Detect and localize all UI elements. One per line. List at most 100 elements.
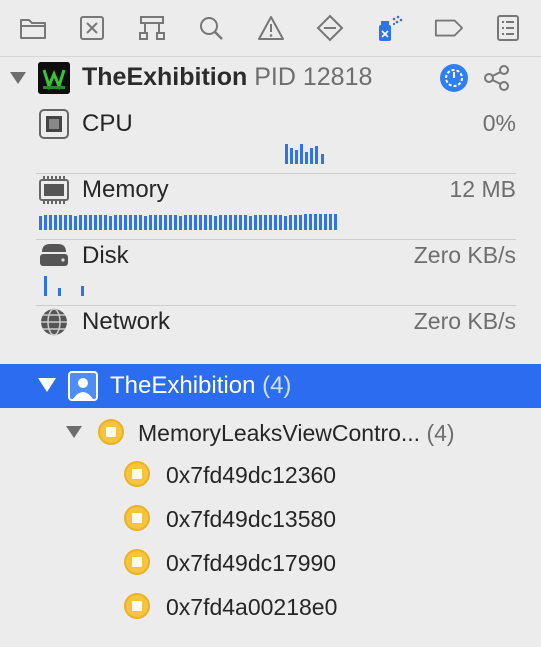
instance-object-icon — [124, 549, 150, 575]
class-object-icon — [98, 419, 124, 445]
memory-bar — [94, 215, 97, 230]
memory-bar — [114, 215, 117, 230]
memory-bar — [159, 215, 162, 230]
navigator-toolbar — [0, 0, 541, 56]
graph-nodes-icon — [484, 65, 509, 91]
memory-bar — [289, 215, 292, 230]
share-graph-button[interactable] — [482, 63, 512, 93]
search-icon[interactable] — [196, 13, 226, 43]
cpu-bar — [305, 152, 308, 164]
root-label: TheExhibition — [110, 372, 256, 399]
memory-bar — [244, 215, 247, 230]
globe-icon — [38, 306, 70, 338]
memory-bar — [144, 216, 147, 230]
memory-bar — [109, 216, 112, 230]
memory-bar — [274, 215, 277, 230]
disk-bar — [58, 288, 61, 296]
memory-bar — [59, 215, 62, 230]
tree-root-row[interactable]: TheExhibition (4) — [0, 364, 541, 408]
class-disclosure-triangle[interactable] — [66, 426, 82, 438]
class-label: MemoryLeaksViewContro... — [138, 420, 421, 446]
tag-icon[interactable] — [434, 13, 464, 43]
memory-bar — [69, 215, 72, 230]
tree-instance-row[interactable]: 0x7fd4a00218e0 — [0, 586, 541, 626]
memory-bar — [319, 214, 322, 230]
memory-bar — [129, 215, 132, 230]
memory-bar — [314, 214, 317, 230]
debug-spray-icon[interactable] — [374, 13, 404, 43]
memory-bar — [264, 215, 267, 230]
cpu-label: CPU — [82, 110, 133, 137]
memory-bar — [324, 214, 327, 230]
root-label-group: TheExhibition (4) — [110, 372, 291, 400]
memory-bar — [204, 215, 207, 230]
network-label: Network — [82, 308, 171, 335]
memory-gauge[interactable]: Memory 12 MB — [36, 174, 516, 240]
disk-bar — [44, 276, 47, 296]
person-icon — [68, 371, 98, 401]
memory-bar — [119, 215, 122, 230]
memory-icon — [38, 174, 70, 206]
cpu-icon — [38, 108, 70, 140]
memory-bar — [79, 215, 82, 230]
memory-bar — [279, 215, 282, 230]
cpu-bar — [321, 154, 324, 164]
toolbar-divider — [0, 56, 541, 57]
memory-bar — [149, 215, 152, 230]
app-icon — [38, 62, 70, 94]
memory-bar — [124, 215, 127, 230]
memory-bar — [54, 215, 57, 230]
tree-instance-row[interactable]: 0x7fd49dc17990 — [0, 542, 541, 582]
disk-gauge[interactable]: Disk Zero KB/s — [36, 240, 516, 306]
gauge-icon — [445, 69, 463, 87]
memory-bar — [189, 215, 192, 230]
root-disclosure-triangle[interactable] — [38, 378, 56, 392]
tree-instance-row[interactable]: 0x7fd49dc12360 — [0, 454, 541, 494]
memory-bar — [39, 216, 42, 230]
instance-address: 0x7fd49dc13580 — [166, 506, 337, 532]
folder-icon[interactable] — [18, 13, 48, 43]
hierarchy-icon[interactable] — [137, 13, 167, 43]
memory-bar — [169, 215, 172, 230]
memory-bar — [224, 215, 227, 230]
memory-bar — [254, 215, 257, 230]
memory-bar — [164, 215, 167, 230]
cpu-bar — [295, 150, 298, 164]
tree-instance-row[interactable]: 0x7fd49dc13580 — [0, 498, 541, 538]
memory-label: Memory — [82, 176, 169, 203]
memory-bar — [309, 214, 312, 230]
instance-address: 0x7fd49dc12360 — [166, 462, 337, 488]
instance-address: 0x7fd4a00218e0 — [166, 594, 338, 620]
cpu-bar — [300, 144, 303, 164]
cpu-gauge[interactable]: CPU 0% — [36, 108, 516, 174]
disk-value: Zero KB/s — [413, 242, 516, 268]
memory-bar — [219, 215, 222, 230]
process-title: TheExhibition PID 12818 — [82, 63, 372, 92]
list-icon[interactable] — [493, 13, 523, 43]
memory-bar — [99, 215, 102, 230]
close-box-icon[interactable] — [77, 13, 107, 43]
warning-icon[interactable] — [256, 13, 286, 43]
memory-bar — [269, 215, 272, 230]
memory-bar — [84, 215, 87, 230]
memory-bar — [249, 216, 252, 230]
debug-gauge-button[interactable] — [440, 64, 468, 92]
memory-bar — [139, 215, 142, 230]
memory-bar — [74, 216, 77, 230]
memory-bar — [89, 215, 92, 230]
cpu-bar — [290, 148, 293, 164]
memory-bar — [234, 215, 237, 230]
memory-bar — [294, 215, 297, 230]
process-disclosure-triangle[interactable] — [10, 72, 26, 84]
cpu-value: 0% — [482, 110, 516, 136]
instance-address: 0x7fd49dc17990 — [166, 550, 337, 576]
process-pid: PID 12818 — [254, 63, 373, 91]
memory-bar — [304, 214, 307, 230]
tree-class-row[interactable]: MemoryLeaksViewContro... (4) — [0, 412, 541, 452]
memory-value: 12 MB — [449, 176, 516, 202]
breakpoint-icon[interactable] — [315, 13, 345, 43]
memory-bar — [194, 215, 197, 230]
memory-bar — [44, 215, 47, 230]
memory-bar — [184, 215, 187, 230]
network-gauge[interactable]: Network Zero KB/s — [36, 306, 516, 372]
